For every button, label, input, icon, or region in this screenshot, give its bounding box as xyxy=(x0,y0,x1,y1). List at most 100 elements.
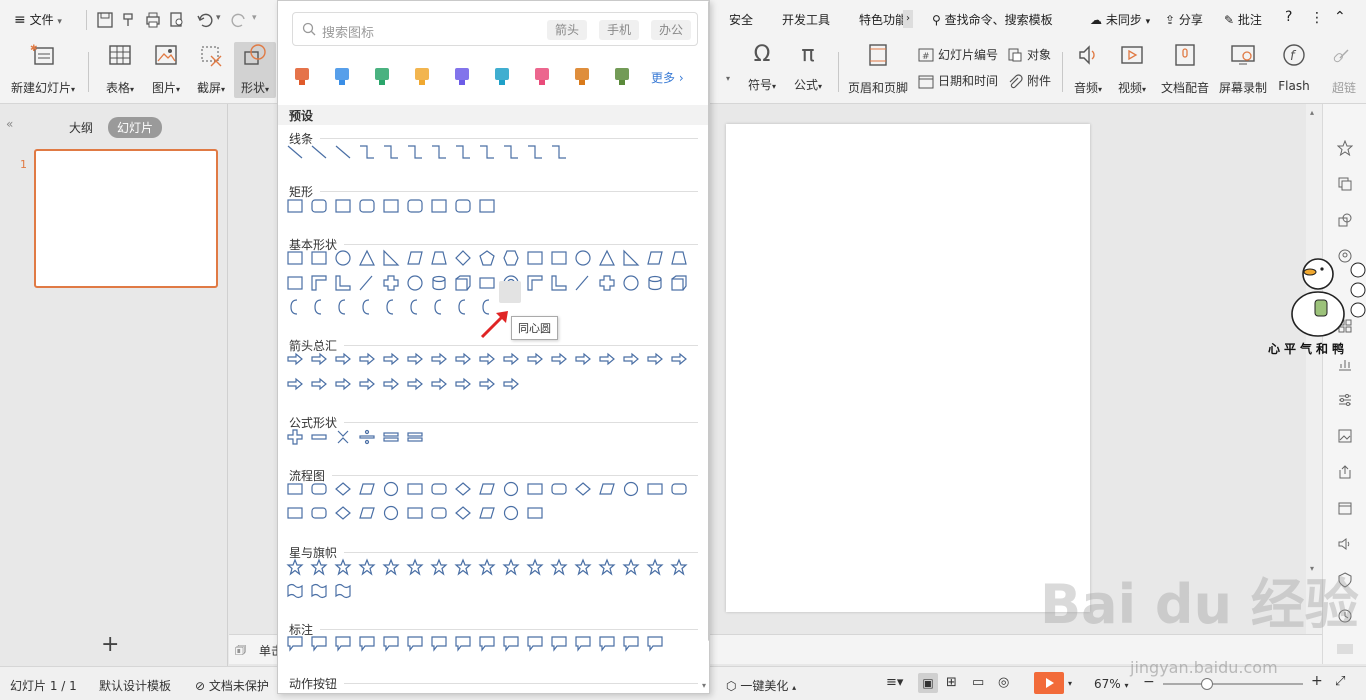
shape-option[interactable] xyxy=(286,249,304,267)
shape-option[interactable] xyxy=(430,504,448,522)
shape-option[interactable] xyxy=(286,504,304,522)
shape-option[interactable] xyxy=(622,480,640,498)
shape-option[interactable] xyxy=(622,249,640,267)
header-footer-button[interactable]: 页眉和页脚 xyxy=(846,42,910,98)
shape-option[interactable] xyxy=(454,249,472,267)
shape-option[interactable] xyxy=(286,480,304,498)
shape-option[interactable] xyxy=(406,350,424,368)
shape-option[interactable] xyxy=(286,428,304,446)
shape-option[interactable] xyxy=(430,558,448,576)
shape-option[interactable] xyxy=(406,197,424,215)
shape-option[interactable] xyxy=(286,558,304,576)
new-slide-button[interactable]: ✱ 新建幻灯片▾ xyxy=(8,42,78,98)
shape-option[interactable] xyxy=(502,249,520,267)
shape-option[interactable] xyxy=(358,634,376,652)
shape-option[interactable] xyxy=(382,558,400,576)
shape-option[interactable] xyxy=(310,143,328,161)
shape-option[interactable] xyxy=(598,558,616,576)
shape-option[interactable] xyxy=(310,634,328,652)
shape-option[interactable] xyxy=(574,480,592,498)
vertical-scrollbar[interactable]: ▴ ▾ xyxy=(1306,104,1322,634)
tab-security[interactable]: 安全 xyxy=(729,11,753,28)
shape-option[interactable] xyxy=(334,274,352,292)
save-icon[interactable] xyxy=(96,11,114,29)
shape-option[interactable] xyxy=(646,274,664,292)
shape-option[interactable] xyxy=(382,504,400,522)
shape-option[interactable] xyxy=(382,375,400,393)
zoom-slider-handle[interactable] xyxy=(1201,678,1213,690)
shape-option[interactable] xyxy=(574,558,592,576)
star-icon[interactable] xyxy=(1336,139,1354,157)
shape-option[interactable] xyxy=(382,634,400,652)
shape-option[interactable] xyxy=(406,375,424,393)
shape-option[interactable] xyxy=(310,350,328,368)
shape-option[interactable] xyxy=(406,428,424,446)
shape-option[interactable] xyxy=(622,634,640,652)
shape-option[interactable] xyxy=(358,350,376,368)
recommended-icon[interactable] xyxy=(612,65,632,87)
tag-phone[interactable]: 手机 xyxy=(599,20,640,40)
shape-option[interactable] xyxy=(358,197,376,215)
attachment-button[interactable]: 附件 xyxy=(1007,72,1051,89)
slide-canvas[interactable] xyxy=(726,124,1090,612)
shape-option[interactable] xyxy=(430,143,448,161)
shape-option[interactable] xyxy=(382,298,400,316)
shape-option[interactable] xyxy=(358,504,376,522)
shape-option[interactable] xyxy=(286,298,304,316)
more-icons-link[interactable]: 更多 › xyxy=(651,69,684,86)
shape-option[interactable] xyxy=(454,634,472,652)
shape-option[interactable] xyxy=(526,143,544,161)
shape-option[interactable] xyxy=(286,634,304,652)
flash-button[interactable]: f Flash xyxy=(1274,42,1314,98)
shape-option[interactable] xyxy=(670,249,688,267)
shape-option[interactable] xyxy=(454,504,472,522)
shape-option[interactable] xyxy=(598,274,616,292)
reading-view-icon[interactable]: ▭ xyxy=(972,675,984,690)
tab-outline[interactable]: 大纲 xyxy=(60,117,102,138)
shape-option[interactable] xyxy=(310,582,328,600)
recommended-icon[interactable] xyxy=(452,65,472,87)
scroll-up-icon[interactable]: ▴ xyxy=(1310,108,1314,117)
icon-search-box[interactable]: 搜索图标 箭头 手机 办公 xyxy=(292,12,698,46)
shape-option[interactable] xyxy=(478,197,496,215)
tab-scroll-right-icon[interactable]: › xyxy=(903,10,913,28)
shape-option[interactable] xyxy=(310,298,328,316)
shapes-icon[interactable] xyxy=(1337,212,1353,228)
chart-icon[interactable] xyxy=(1337,356,1353,372)
shape-option[interactable] xyxy=(598,350,616,368)
shape-option[interactable] xyxy=(670,274,688,292)
shape-option[interactable] xyxy=(310,197,328,215)
symbol-button[interactable]: Ω 符号▾ xyxy=(742,42,782,98)
recommended-icon[interactable] xyxy=(332,65,352,87)
screenshot-button[interactable]: 截屏▾ xyxy=(192,42,230,98)
shape-option[interactable] xyxy=(454,480,472,498)
video-button[interactable]: 视频▾ xyxy=(1112,42,1152,98)
shape-option[interactable] xyxy=(358,298,376,316)
shape-option[interactable] xyxy=(334,350,352,368)
shape-option[interactable] xyxy=(550,143,568,161)
tab-features[interactable]: 特色功能 xyxy=(859,11,907,28)
shape-option[interactable] xyxy=(526,480,544,498)
hyperlink-button[interactable]: 超链 xyxy=(1322,42,1366,98)
shape-option[interactable] xyxy=(550,350,568,368)
beautify-button[interactable]: ⬡ 一键美化 ▴ xyxy=(726,677,796,694)
more-icon[interactable]: ⋮ xyxy=(1310,10,1324,26)
audio-button[interactable]: 音频▾ xyxy=(1068,42,1108,98)
slide-number-button[interactable]: # 幻灯片编号 xyxy=(918,46,998,63)
shape-option[interactable] xyxy=(646,480,664,498)
shape-option[interactable] xyxy=(406,274,424,292)
sliders-icon[interactable] xyxy=(1337,392,1353,408)
shape-option[interactable] xyxy=(454,197,472,215)
shape-option[interactable] xyxy=(454,558,472,576)
shape-option[interactable] xyxy=(358,249,376,267)
shape-option[interactable] xyxy=(334,197,352,215)
shape-option[interactable] xyxy=(646,249,664,267)
shape-option[interactable] xyxy=(334,298,352,316)
image-button[interactable]: 图片▾ xyxy=(146,42,186,98)
shape-option[interactable] xyxy=(526,350,544,368)
shape-option[interactable] xyxy=(478,558,496,576)
recommended-icon[interactable] xyxy=(292,65,312,87)
shape-option[interactable] xyxy=(358,428,376,446)
shape-option[interactable] xyxy=(502,350,520,368)
print-icon[interactable] xyxy=(144,11,162,29)
